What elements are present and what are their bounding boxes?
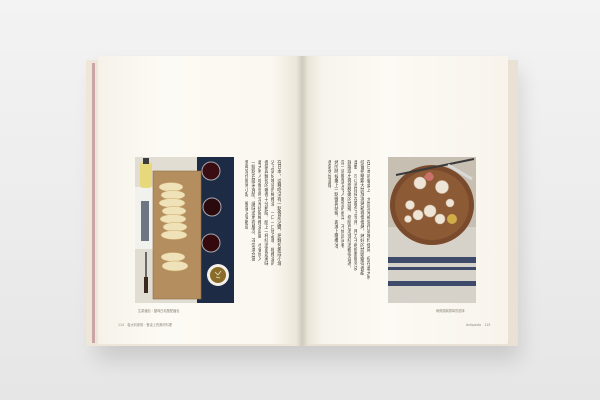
text-line: 在日本的餐桌上，大蒜常常被當作調味料使用，但在義大利 [366, 160, 371, 280]
text-line: 卻會把整顆大蒜放進烤箱裡慢慢烤，烤好的蒜頭變得香甜 [359, 160, 364, 275]
text-line: 烤的時候撒上一點鹽與胡椒，再淋上橄欖油， [333, 160, 338, 252]
bread-wine-photo [135, 157, 234, 303]
text-line: 一點點巴薩米克醋，讓味道更有層次，非常適合宴 [250, 160, 255, 262]
text-line: 是一道簡單又令人難忘的前菜，不妨試試看。 [340, 160, 345, 252]
left-folio: 114 義大利家常：餐桌上的美好料理 [118, 323, 172, 327]
roasted-garlic-photo [388, 157, 476, 303]
text-line: 香氣與麵包的麥香十分相配，配上一杯紅酒更是美味 [263, 160, 268, 266]
left-photo-caption: 生菜麵包・鹽味白乳酪配麵包 [138, 309, 180, 313]
right-body-text: 在日本的餐桌上，大蒜常常被當作調味料使用，但在義大利 卻會把整顆大蒜放進烤箱裡慢… [326, 160, 370, 288]
open-book: 生菜麵包・鹽味白乳酪配麵包 在日本，這種吃法有一點像是沾醬，把麵包撕成小塊 沾上… [0, 0, 600, 400]
right-folio: Antipasto 115 [466, 323, 491, 327]
text-line: 沾上調好味道的橄欖油，一口一口地品嚐。橄欖油的 [270, 160, 275, 266]
text-line: 柔軟，可以直接抹在麵包上享用。用刀子輕輕劃開外皮， [353, 160, 358, 275]
right-photo-caption: 烤蒜頭與香草的滋味 [436, 309, 465, 313]
text-line: 客時當作開胃小點，簡單又受歡迎。 [244, 160, 249, 234]
text-line: 義大利人吃麵包時常常搭配橄欖油與鹽，也會加入 [257, 160, 262, 262]
text-line: 就能取出裡面軟嫩的蒜瓣。搭配白酒或紅酒都很合適， [346, 160, 351, 271]
text-line: 在日本，這種吃法有一點像是沾醬，把麵包撕成小塊 [276, 160, 281, 266]
roasted-garlic-illustration [388, 157, 476, 303]
book-gutter [296, 56, 308, 346]
bread-wine-illustration [135, 157, 234, 303]
left-body-text: 在日本，這種吃法有一點像是沾醬，把麵包撕成小塊 沾上調好味道的橄欖油，一口一口地… [243, 160, 281, 288]
text-line: 香氣更加濃郁。 [327, 160, 332, 193]
